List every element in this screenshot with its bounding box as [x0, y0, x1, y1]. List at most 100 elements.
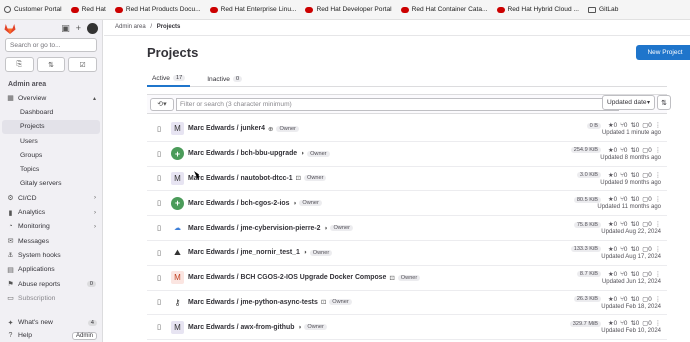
sidebar-item-users[interactable]: Users: [0, 134, 102, 148]
table-row[interactable]: ▯ M Marc Edwards / nautobot-dtcc-1 ⊡ Owner 3.…: [147, 167, 667, 192]
project-name-link[interactable]: Marc Edwards / BCH CGOS-2-IOS Upgrade Do…: [188, 274, 386, 281]
breadcrumb: Admin area / Projects: [115, 24, 180, 30]
more-actions-icon[interactable]: ⋮: [655, 122, 661, 129]
table-row[interactable]: ▯ ⛰ Marc Edwards / jme_nornir_test_1 ◑ Owner…: [147, 241, 667, 266]
project-name-link[interactable]: Marc Edwards / awx-from-github: [188, 324, 294, 331]
sidebar-item-messages[interactable]: ✉ Messages: [0, 234, 102, 248]
sidebar-item-label: Topics: [20, 166, 40, 174]
more-actions-icon[interactable]: ⋮: [655, 320, 661, 327]
todos-shortcut-button[interactable]: ☑: [68, 57, 98, 72]
more-actions-icon[interactable]: ⋮: [655, 172, 661, 179]
project-stats: 75.8 KiB ★ 0 ⑂ 0 ⇅ 0 ▢ 0 ⋮: [573, 221, 661, 228]
sidebar-item-subscription[interactable]: ▭ Subscription: [0, 291, 102, 305]
sidebar-item-abuse-reports[interactable]: ⚑ Abuse reports 0: [0, 277, 102, 291]
table-row[interactable]: ▯ M Marc Edwards / junker4 ⊕ Owner 0 B ★ 0 ⑂ 0 ⇅ 0 ▢…: [147, 117, 667, 142]
breadcrumb-root[interactable]: Admin area: [115, 24, 146, 30]
table-row[interactable]: ▯ M Marc Edwards / BCH CGOS-2-IOS Upgrade …: [147, 266, 667, 291]
project-name-link[interactable]: Marc Edwards / jme-cybervision-pierre-2: [188, 225, 321, 232]
role-badge: Owner: [304, 324, 327, 331]
stars-count: 0: [613, 270, 618, 278]
table-row[interactable]: ▯ ☁ Marc Edwards / jme-cybervision-pierre-…: [147, 216, 667, 241]
visibility-internal-icon: ◑: [297, 323, 302, 331]
project-name-link[interactable]: Marc Edwards / bch-bbu-upgrade: [188, 150, 297, 157]
bookmark-item[interactable]: Red Hat Container Cata...: [400, 6, 488, 13]
plus-icon[interactable]: +: [76, 23, 81, 33]
rocket-icon: ⚙: [7, 195, 14, 203]
bookmark-item[interactable]: Customer Portal: [4, 6, 62, 13]
table-row[interactable]: ▯ + Marc Edwards / bch-bbu-upgrade ◑ Owner 25…: [147, 142, 667, 167]
project-name-link[interactable]: Marc Edwards / junker4: [188, 125, 265, 132]
search-input[interactable]: Search or go to...: [5, 38, 97, 52]
issues-shortcut-button[interactable]: ⎘: [5, 57, 34, 72]
sidebar-item-label: Projects: [20, 123, 45, 131]
issues-count: 0: [648, 245, 652, 253]
project-avatar: M: [171, 171, 184, 185]
sidebar-item-dashboard[interactable]: Dashboard: [0, 105, 102, 119]
gitlab-logo-icon[interactable]: [4, 23, 16, 34]
sidebar-item-topics[interactable]: Topics: [0, 162, 102, 176]
search-history-button[interactable]: ⟲▾: [150, 97, 174, 111]
sidebar-item-gitaly-servers[interactable]: Gitaly servers: [0, 177, 102, 191]
project-name-link[interactable]: Marc Edwards / jme_nornir_test_1: [188, 249, 300, 256]
filter-input[interactable]: Filter or search (3 character minimum): [176, 97, 606, 111]
role-badge: Owner: [309, 249, 333, 256]
sidebar-toggle-icon[interactable]: ▣: [61, 23, 70, 34]
more-actions-icon[interactable]: ⋮: [655, 221, 661, 228]
project-name-link[interactable]: Marc Edwards / nautobot-dtcc-1: [188, 175, 293, 182]
monitor-icon: ◔: [8, 223, 13, 231]
sort-dropdown[interactable]: Updated date ▾: [602, 95, 655, 110]
bookmark-item[interactable]: Red Hat: [70, 6, 106, 13]
issues-count: 0: [648, 122, 652, 129]
merge-requests-shortcut-button[interactable]: ⇅: [36, 57, 66, 72]
help-label: Help: [18, 332, 32, 339]
stars-count: 0: [613, 320, 618, 328]
help-item[interactable]: ? Help Admin: [0, 329, 103, 342]
sidebar-item-applications[interactable]: ▤ Applications: [0, 263, 102, 277]
project-name-link[interactable]: Marc Edwards / jme-python-async-tests: [188, 299, 318, 306]
updated-timestamp: Updated 1 minute ago: [601, 130, 661, 136]
table-row[interactable]: ▯ + Marc Edwards / bch-cgos-2-ios ◑ Owner 80.…: [147, 191, 667, 217]
more-actions-icon[interactable]: ⋮: [655, 296, 661, 303]
bookmark-item[interactable]: Red Hat Products Docu...: [114, 6, 201, 13]
sidebar-item-label: Dashboard: [20, 108, 54, 116]
sidebar-item-overview[interactable]: ▦ Overview ▴: [0, 91, 102, 105]
more-actions-icon[interactable]: ⋮: [655, 147, 661, 154]
bookmark-item[interactable]: Red Hat Enterprise Linu...: [209, 6, 296, 13]
whats-new-item[interactable]: ✦ What's new 4: [0, 316, 103, 329]
repository-icon: ▯: [157, 299, 161, 307]
bookmark-item[interactable]: Red Hat Hybrid Cloud ...: [496, 6, 579, 13]
more-actions-icon[interactable]: ⋮: [655, 271, 661, 278]
sidebar-item-system-hooks[interactable]: ⚓ System hooks: [0, 248, 102, 262]
stars-count: 0: [613, 196, 618, 204]
projects-list: ▯ M Marc Edwards / junker4 ⊕ Owner 0 B ★ 0 ⑂ 0 ⇅ 0 ▢…: [147, 117, 667, 341]
storage-size-badge: 0 B: [586, 122, 601, 129]
sort-direction-button[interactable]: ⇅: [657, 95, 671, 110]
project-name-link[interactable]: Marc Edwards / bch-cgos-2-ios: [188, 200, 289, 207]
sidebar-item-ci-cd[interactable]: ⚙ CI/CD ›: [0, 191, 102, 205]
tab-inactive[interactable]: Inactive 0: [202, 71, 247, 87]
tab-active[interactable]: Active 17: [147, 71, 191, 87]
avatar[interactable]: [87, 22, 98, 34]
bookmark-label: Red Hat Container Cata...: [411, 6, 488, 13]
history-icon: ⟲▾: [157, 101, 167, 108]
admin-button[interactable]: Admin: [71, 331, 97, 340]
new-project-button[interactable]: New Project: [636, 45, 690, 60]
sidebar-item-projects[interactable]: Projects: [2, 119, 100, 134]
sidebar-item-analytics[interactable]: ▮ Analytics ›: [0, 205, 102, 219]
sidebar-item-groups[interactable]: Groups: [0, 148, 102, 162]
mrs-count: 0: [635, 270, 640, 278]
sidebar-header: ▣ +: [0, 20, 102, 36]
more-actions-icon[interactable]: ⋮: [655, 196, 661, 203]
forks-count: 0: [623, 146, 628, 154]
more-actions-icon[interactable]: ⋮: [655, 246, 661, 253]
stars-count: 0: [613, 245, 618, 253]
bookmark-item[interactable]: Red Hat Developer Portal: [305, 6, 392, 13]
sidebar-item-monitoring[interactable]: ◔ Monitoring ›: [0, 220, 102, 234]
stars-count: 0: [613, 122, 618, 129]
bookmark-item[interactable]: GitLab: [587, 6, 618, 13]
gift-icon: ✦: [7, 319, 14, 327]
sidebar: ▣ + Search or go to... ⎘ ⇅ ☑ Admin area …: [0, 20, 103, 342]
role-badge: Owner: [276, 125, 299, 132]
table-row[interactable]: ▯ M Marc Edwards / awx-from-github ◑ Owner 32…: [147, 315, 667, 341]
table-row[interactable]: ▯ ⚷ Marc Edwards / jme-python-async-tests ⊡…: [147, 291, 667, 316]
